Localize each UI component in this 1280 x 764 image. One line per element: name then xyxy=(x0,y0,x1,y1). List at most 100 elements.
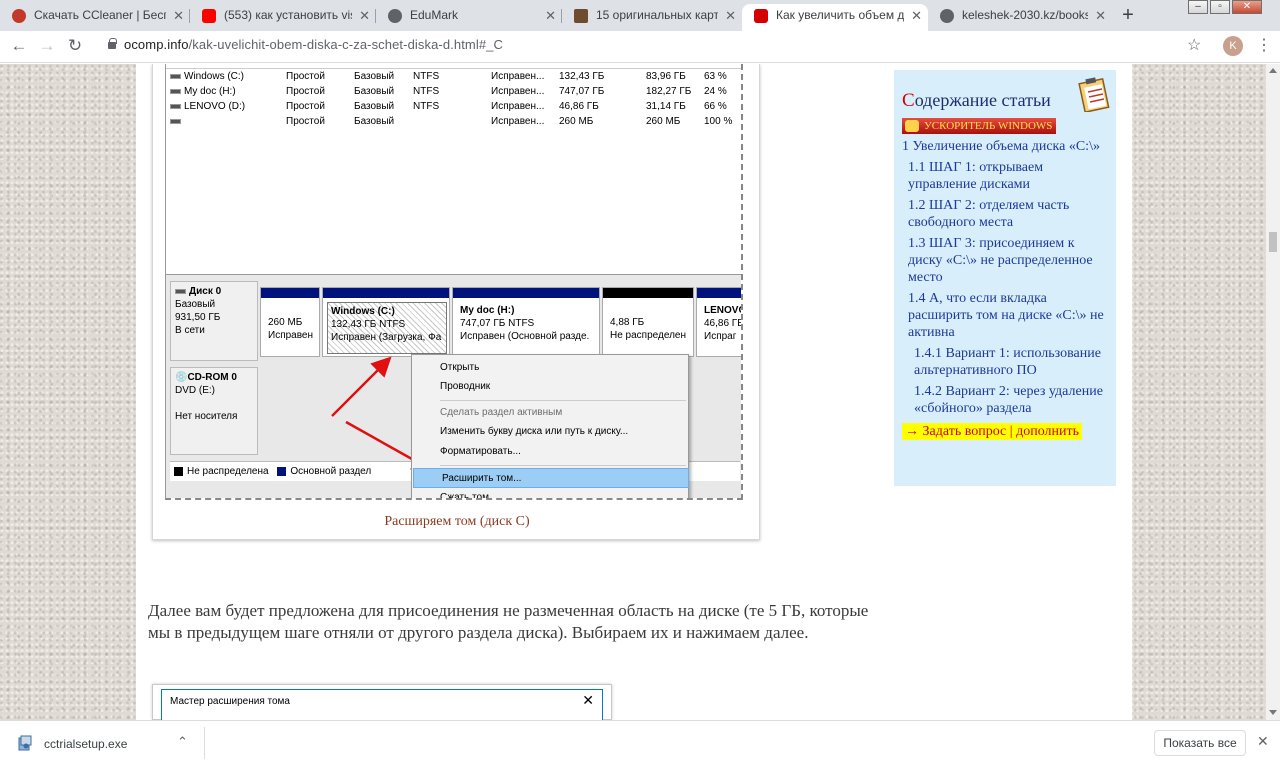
volume-capacity: 132,43 ГБ xyxy=(559,71,605,82)
show-all-button[interactable]: Показать все xyxy=(1154,730,1246,756)
disk0-type: Базовый xyxy=(175,299,216,310)
partition-body: 4,88 ГБ Не распределен xyxy=(607,302,691,354)
tab-ocomp-active[interactable]: Как увеличить объем дис ✕ xyxy=(742,4,928,31)
toc-link[interactable]: 1.4.2 Вариант 2: через удаление «сбойног… xyxy=(902,383,1108,417)
tab-youtube[interactable]: (553) как установить visua ✕ xyxy=(190,4,376,31)
volume-type: Базовый xyxy=(354,116,395,127)
figure-caption: Расширяем том (диск С) xyxy=(384,514,530,529)
menu-item-format[interactable]: Форматировать... xyxy=(412,442,688,462)
partition-size: 747,07 ГБ NTFS xyxy=(460,318,535,329)
close-window-button[interactable]: ✕ xyxy=(1232,0,1262,14)
partition-status: Исправен (Основной разде. xyxy=(460,331,590,342)
tab-paintings[interactable]: 15 оригинальных картин ✕ xyxy=(562,4,742,31)
toc-link[interactable]: 1 Увеличение объема диска «C:\» xyxy=(902,138,1108,155)
disk0-state: В сети xyxy=(175,325,205,336)
close-tab-icon[interactable]: ✕ xyxy=(173,4,184,27)
minimize-button[interactable]: – xyxy=(1188,0,1208,14)
partition-bar xyxy=(261,288,319,298)
close-tab-icon[interactable]: ✕ xyxy=(545,4,556,27)
menu-dots-icon[interactable]: ⋮ xyxy=(1256,35,1272,55)
cdrom-icon: 💿 xyxy=(175,372,188,383)
disk-icon xyxy=(175,288,186,294)
volume-status: Исправен... xyxy=(491,101,545,112)
tab-title: 15 оригинальных картин xyxy=(596,8,718,22)
partition-system-reserved[interactable]: 260 МБ Исправен xyxy=(260,287,320,357)
cdrom-title: CD-ROM 0 xyxy=(187,372,237,383)
table-of-contents: Содержание статьи Ускоритель Windows 1 У… xyxy=(894,70,1116,486)
ask-question-link[interactable]: → Задать вопрос | дополнить xyxy=(902,423,1082,440)
youtube-favicon-icon xyxy=(202,9,216,23)
volume-capacity: 747,07 ГБ xyxy=(559,86,605,97)
partition-unallocated[interactable]: 4,88 ГБ Не распределен xyxy=(602,287,694,357)
ccleaner-favicon-icon xyxy=(12,9,26,23)
reload-icon[interactable]: ↻ xyxy=(64,36,86,56)
menu-item-open[interactable]: Открыть xyxy=(412,358,688,378)
partition-size: 46,86 ГБ xyxy=(704,318,743,329)
volume-free: 31,14 ГБ xyxy=(646,101,686,112)
menu-item-shrink-volume[interactable]: Сжать том... xyxy=(412,488,688,498)
partition-status: Испраг xyxy=(704,331,737,342)
menu-item-extend-volume[interactable]: Расширить том... xyxy=(413,468,689,488)
partition-windows-c[interactable]: Windows (C:) 132,43 ГБ NTFS Исправен (За… xyxy=(322,287,450,357)
bookmark-star-icon[interactable]: ☆ xyxy=(1187,35,1201,55)
menu-separator xyxy=(440,465,686,466)
cdrom-state: Нет носителя xyxy=(175,411,238,422)
menu-item-make-active[interactable]: Сделать раздел активным xyxy=(412,403,688,423)
forward-arrow-icon[interactable]: → xyxy=(36,36,58,56)
partition-bar xyxy=(323,288,449,298)
download-filename[interactable]: cctrialsetup.exe xyxy=(44,737,127,751)
article-paragraph: Далее вам будет предложена для присоедин… xyxy=(148,601,869,642)
windows-accelerator-banner[interactable]: Ускоритель Windows xyxy=(902,118,1057,134)
partition-body: LENOVO 46,86 ГБ Испраг xyxy=(701,302,743,354)
context-menu: Открыть Проводник Сделать раздел активны… xyxy=(411,354,689,498)
toc-link[interactable]: 1.2 ШАГ 2: отделяем часть свободного мес… xyxy=(902,197,1108,231)
scroll-up-arrow-icon[interactable] xyxy=(1269,68,1277,73)
wizard-window: Мастер расширения тома ✕ xyxy=(161,689,603,720)
partition-mydoc-h[interactable]: My doc (H:) 747,07 ГБ NTFS Исправен (Осн… xyxy=(452,287,600,357)
drive-icon xyxy=(170,88,181,94)
wizard-title: Мастер расширения тома xyxy=(170,696,290,707)
globe-icon xyxy=(940,9,954,23)
close-tab-icon[interactable]: ✕ xyxy=(725,4,736,27)
toc-link[interactable]: 1.4.1 Вариант 1: использование альтернат… xyxy=(902,345,1108,379)
toc-link[interactable]: 1.1 ШАГ 1: открываем управление дисками xyxy=(902,159,1108,193)
vertical-scrollbar[interactable] xyxy=(1266,64,1280,720)
volume-fs: NTFS xyxy=(413,86,440,97)
drive-icon xyxy=(170,73,181,79)
toc-link[interactable]: 1.3 ШАГ 3: присоединяем к диску «C:\» не… xyxy=(902,235,1108,286)
scroll-down-arrow-icon[interactable] xyxy=(1269,710,1277,715)
disk-management-screenshot: Windows (C:) Простой Базовый NTFS Исправ… xyxy=(165,64,743,500)
volume-fs: NTFS xyxy=(413,101,440,112)
volume-free: 260 МБ xyxy=(646,116,681,127)
menu-item-explorer[interactable]: Проводник xyxy=(412,377,688,397)
volume-pct: 24 % xyxy=(704,86,727,97)
legend-blue-swatch xyxy=(277,466,287,476)
partition-lenovo-d[interactable]: LENOVO 46,86 ГБ Испраг xyxy=(696,287,743,357)
disk0-label: Диск 0 Базовый 931,50 ГБ В сети xyxy=(170,281,258,361)
maximize-button[interactable]: ▫ xyxy=(1210,0,1230,14)
tab-keleshek[interactable]: keleshek-2030.kz/books/h ✕ xyxy=(928,4,1112,31)
new-tab-button[interactable]: + xyxy=(1116,5,1140,27)
close-tab-icon[interactable]: ✕ xyxy=(911,4,922,27)
close-tab-icon[interactable]: ✕ xyxy=(359,4,370,27)
page-viewport: Windows (C:) Простой Базовый NTFS Исправ… xyxy=(0,64,1266,720)
back-arrow-icon[interactable]: ← xyxy=(8,36,30,56)
chevron-up-icon[interactable]: ⌃ xyxy=(177,734,188,750)
lock-icon[interactable] xyxy=(108,38,117,49)
volume-capacity: 260 МБ xyxy=(559,116,594,127)
menu-item-change-letter[interactable]: Изменить букву диска или путь к диску... xyxy=(412,422,688,442)
table-row: Windows (C:) Простой Базовый NTFS Исправ… xyxy=(166,69,741,84)
close-tab-icon[interactable]: ✕ xyxy=(1095,4,1106,27)
partition-name: LENOVO xyxy=(704,305,743,316)
tab-edumark[interactable]: EduMark ✕ xyxy=(376,4,562,31)
tab-title: (553) как установить visua xyxy=(224,8,352,22)
toc-title-initial: С xyxy=(902,90,915,111)
toc-link[interactable]: 1.4 А, что если вкладка расширить том на… xyxy=(902,290,1108,341)
tab-ccleaner[interactable]: Скачать CCleaner | Беспла ✕ xyxy=(0,4,190,31)
address-bar[interactable]: ocomp.info/kak-uvelichit-obem-diska-c-za… xyxy=(124,37,503,52)
profile-avatar[interactable]: K xyxy=(1223,36,1243,56)
partition-status: Исправен (Загрузка, Фа xyxy=(331,332,442,343)
scrollbar-thumb[interactable] xyxy=(1269,232,1277,252)
close-icon[interactable]: ✕ xyxy=(1257,733,1269,750)
partition-size: 132,43 ГБ NTFS xyxy=(331,319,406,330)
